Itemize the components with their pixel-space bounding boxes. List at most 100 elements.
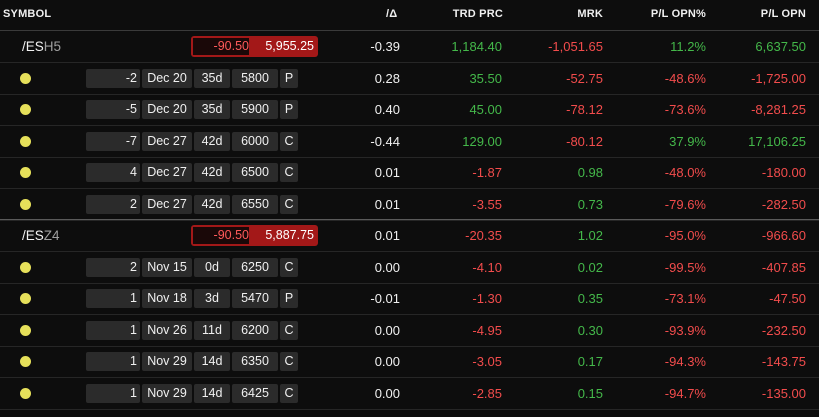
col-pl-opn-pct[interactable]: P/L OPN%: [651, 8, 706, 20]
mrk-value: 0.98: [577, 165, 603, 180]
leg-put-call[interactable]: C: [280, 352, 298, 371]
leg-strike[interactable]: 6250: [232, 257, 278, 277]
leg-quantity[interactable]: -5: [86, 100, 140, 119]
pl-value: -180.00: [761, 165, 806, 180]
leg-put-call[interactable]: C: [280, 320, 298, 340]
leg-expiration[interactable]: Dec 27: [142, 131, 192, 151]
leg-quantity[interactable]: 2: [86, 194, 140, 214]
leg-dte[interactable]: 14d: [194, 383, 230, 403]
leg-strike[interactable]: 6425: [232, 383, 278, 403]
position-dot-icon: [20, 324, 31, 336]
underlying-row[interactable]: /ESZ4 -90.50 5,887.75 0.01 -20.35 1.02 -95.0% -…: [0, 220, 819, 252]
position-dot-icon: [20, 198, 31, 210]
pl-pct-value: -48.6%: [664, 70, 706, 86]
leg-expiration[interactable]: Nov 29: [142, 383, 192, 403]
leg-quantity[interactable]: 1: [86, 352, 140, 371]
leg-dte[interactable]: 35d: [194, 68, 230, 88]
delta-value: 0.01: [374, 165, 400, 180]
delta-value: -0.39: [370, 39, 400, 54]
leg-expiration[interactable]: Nov 15: [142, 257, 192, 277]
position-dot-icon: [20, 293, 31, 304]
leg-dte[interactable]: 14d: [194, 352, 230, 371]
pl-pct-value: -93.9%: [664, 322, 706, 338]
trd-prc-value: -4.10: [472, 259, 502, 275]
leg-dte[interactable]: 42d: [194, 131, 230, 151]
leg-dte[interactable]: 3d: [194, 289, 230, 308]
leg-quantity[interactable]: 1: [86, 320, 140, 340]
option-leg-row[interactable]: 1 Nov 29 14d 6425 C 0.00 -2.85 0.15 -94.7% -135.0…: [0, 378, 819, 410]
leg-expiration[interactable]: Dec 27: [142, 163, 192, 182]
leg-expiration[interactable]: Dec 20: [142, 100, 192, 119]
leg-strike[interactable]: 6350: [232, 352, 278, 371]
leg-expiration[interactable]: Nov 26: [142, 320, 192, 340]
option-leg-row[interactable]: -2 Dec 20 35d 5800 P 0.28 35.50 -52.75 -48.6% -1,…: [0, 63, 819, 95]
option-leg-row[interactable]: 2 Dec 27 42d 6550 C 0.01 -3.55 0.73 -79.6% -282.5…: [0, 189, 819, 221]
leg-quantity[interactable]: 1: [86, 383, 140, 403]
leg-quantity[interactable]: 4: [86, 163, 140, 182]
leg-put-call[interactable]: P: [280, 100, 298, 119]
pl-pct-value: -73.6%: [664, 102, 706, 117]
option-leg-row[interactable]: 1 Nov 26 11d 6200 C 0.00 -4.95 0.30 -93.9% -232.5…: [0, 315, 819, 347]
option-leg-row[interactable]: -7 Dec 27 42d 6000 C -0.44 129.00 -80.12 37.9% 17…: [0, 126, 819, 158]
delta-value: 0.00: [374, 354, 400, 369]
symbol-root: /ES: [22, 228, 44, 243]
leg-strike[interactable]: 5900: [232, 100, 278, 119]
position-dot-icon: [20, 356, 31, 367]
col-symbol[interactable]: SYMBOL: [3, 8, 51, 20]
leg-dte[interactable]: 0d: [194, 257, 230, 277]
leg-quantity[interactable]: -7: [86, 131, 140, 151]
leg-strike[interactable]: 5470: [232, 289, 278, 308]
col-delta[interactable]: /Δ: [386, 8, 397, 20]
trd-prc-value: 129.00: [462, 133, 502, 149]
leg-dte[interactable]: 35d: [194, 100, 230, 119]
leg-quantity[interactable]: 2: [86, 257, 140, 277]
leg-put-call[interactable]: C: [280, 194, 298, 214]
underlying-row[interactable]: /ESH5 -90.50 5,955.25 -0.39 1,184.40 -1,051.6…: [0, 31, 819, 63]
leg-expiration[interactable]: Dec 20: [142, 68, 192, 88]
leg-quantity[interactable]: -2: [86, 68, 140, 88]
mrk-value: 0.02: [577, 259, 603, 275]
col-mrk[interactable]: MRK: [577, 8, 603, 20]
pl-pct-value: 37.9%: [669, 133, 706, 149]
leg-dte[interactable]: 42d: [194, 163, 230, 182]
delta-value: 0.40: [374, 102, 400, 117]
option-leg-row[interactable]: 1 Nov 29 14d 6350 C 0.00 -3.05 0.17 -94.3% -143.7…: [0, 346, 819, 378]
leg-put-call[interactable]: P: [280, 68, 298, 88]
pl-value: 6,637.50: [755, 39, 806, 54]
leg-strike[interactable]: 6550: [232, 194, 278, 214]
option-leg-row[interactable]: 2 Nov 15 0d 6250 C 0.00 -4.10 0.02 -99.5% -407.85: [0, 252, 819, 284]
option-leg-row[interactable]: 1 Nov 18 3d 5470 P -0.01 -1.30 0.35 -73.1% -47.50: [0, 283, 819, 315]
leg-expiration[interactable]: Nov 29: [142, 352, 192, 371]
col-pl-opn[interactable]: P/L OPN: [761, 8, 806, 20]
option-leg-row[interactable]: -5 Dec 20 35d 5900 P 0.40 45.00 -78.12 -73.6% -8,…: [0, 94, 819, 126]
pl-pct-value: -73.1%: [664, 291, 706, 306]
leg-put-call[interactable]: C: [280, 163, 298, 182]
leg-strike[interactable]: 6000: [232, 131, 278, 151]
mrk-value: 0.35: [577, 291, 603, 306]
leg-expiration[interactable]: Dec 27: [142, 194, 192, 214]
leg-dte[interactable]: 11d: [194, 320, 230, 340]
underlying-quote-box[interactable]: -90.50 5,887.75: [191, 225, 318, 246]
delta-value: 0.00: [374, 259, 400, 275]
leg-put-call[interactable]: C: [280, 383, 298, 403]
leg-strike[interactable]: 6200: [232, 320, 278, 340]
option-leg-row[interactable]: 4 Dec 27 42d 6500 C 0.01 -1.87 0.98 -48.0% -180.0…: [0, 157, 819, 189]
column-header-bar: SYMBOL /Δ TRD PRC MRK P/L OPN% P/L OPN: [0, 0, 819, 31]
leg-strike[interactable]: 5800: [232, 68, 278, 88]
trd-prc-value: 35.50: [469, 70, 502, 86]
leg-quantity[interactable]: 1: [86, 289, 140, 308]
position-dot-icon: [20, 104, 31, 115]
leg-put-call[interactable]: C: [280, 257, 298, 277]
pl-value: -143.75: [761, 354, 806, 369]
leg-expiration[interactable]: Nov 18: [142, 289, 192, 308]
underlying-quote-box[interactable]: -90.50 5,955.25: [191, 36, 318, 57]
pl-value: -135.00: [761, 385, 806, 401]
col-trd-prc[interactable]: TRD PRC: [453, 8, 503, 20]
pl-value: -966.60: [761, 228, 806, 243]
leg-put-call[interactable]: C: [280, 131, 298, 151]
leg-dte[interactable]: 42d: [194, 194, 230, 214]
leg-strike[interactable]: 6500: [232, 163, 278, 182]
symbol-suffix: Z4: [43, 228, 60, 243]
leg-put-call[interactable]: P: [280, 289, 298, 308]
trd-prc-value: -20.35: [465, 228, 502, 243]
